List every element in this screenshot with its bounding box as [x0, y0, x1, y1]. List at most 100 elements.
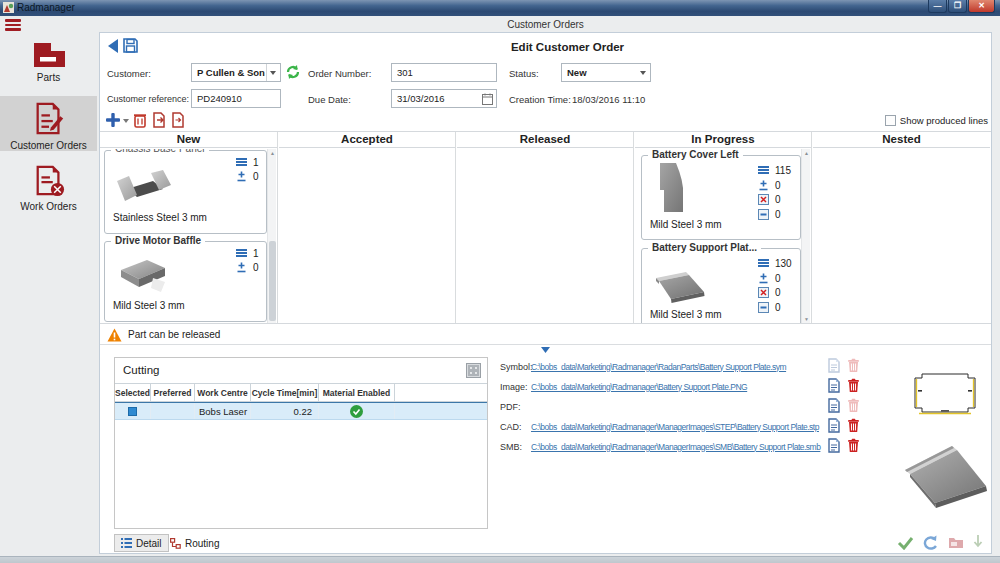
- customer-orders-icon: [32, 102, 66, 136]
- delete-file-icon[interactable]: [847, 398, 860, 413]
- page-title: Edit Customer Order: [121, 41, 1000, 53]
- order-line-card[interactable]: Chassis Base Panel 1 0 Stainless Steel 3…: [104, 150, 267, 234]
- material-label: Mild Steel 3 mm: [650, 219, 722, 230]
- nested-count-icon: [758, 209, 769, 220]
- column-new: New Chassis Base Panel 1 0 Stainless Ste…: [100, 132, 278, 323]
- delete-file-button[interactable]: [847, 378, 860, 395]
- order-line-card[interactable]: Battery Cover Left 115 0 0 0 Mild Steel …: [641, 155, 801, 240]
- produced-count-icon: [758, 180, 769, 191]
- delete-file-button[interactable]: [847, 358, 860, 375]
- sidebar-item-work-orders[interactable]: Work Orders: [0, 162, 97, 212]
- file-row: PDF:: [500, 400, 531, 413]
- grid-options-button[interactable]: [466, 363, 481, 378]
- export-line-icon-2[interactable]: [171, 112, 186, 128]
- confirm-icon[interactable]: [897, 536, 914, 550]
- delete-file-icon[interactable]: [847, 438, 860, 453]
- customer-label: Customer:: [107, 68, 151, 79]
- part-3d-preview: [897, 437, 993, 517]
- open-file-icon[interactable]: [828, 378, 840, 393]
- column-nested: Nested: [813, 132, 990, 323]
- part-outline-preview: [906, 369, 984, 417]
- back-button[interactable]: [108, 39, 119, 53]
- collapse-arrow-icon[interactable]: [541, 347, 550, 353]
- file-type-label: CAD:: [500, 422, 531, 432]
- lines-count-icon: [236, 158, 247, 167]
- export-line-icon[interactable]: [152, 112, 167, 128]
- checkbox[interactable]: [885, 115, 896, 126]
- delete-file-icon[interactable]: [847, 358, 860, 373]
- preferred-cell: [151, 403, 195, 419]
- tab-routing[interactable]: Routing: [164, 534, 225, 552]
- sidebar-item-parts[interactable]: Parts: [0, 42, 97, 83]
- produced-count-icon: [758, 273, 769, 284]
- delete-file-icon[interactable]: [847, 418, 860, 433]
- file-row: CAD: C:\bobs_data\Marketing\Radmanager\M…: [500, 420, 819, 433]
- undo-icon[interactable]: [923, 535, 939, 550]
- file-path-link[interactable]: C:\bobs_data\Marketing\Radmanager\RadanP…: [531, 362, 786, 372]
- open-file-icon[interactable]: [828, 398, 840, 413]
- page-tab-title: Customer Orders: [99, 19, 992, 30]
- add-line-button[interactable]: [105, 112, 121, 128]
- open-file-button[interactable]: [828, 358, 840, 375]
- order-number-input[interactable]: 301: [391, 63, 497, 82]
- order-line-card[interactable]: Drive Motor Baffle 1 0 Mild Steel 3 mm: [104, 241, 267, 322]
- delete-file-icon[interactable]: [847, 378, 860, 393]
- calendar-icon[interactable]: [482, 93, 493, 105]
- show-produced-lines-checkbox[interactable]: Show produced lines: [885, 115, 988, 126]
- file-row: Symbol: C:\bobs_data\Marketing\Radmanage…: [500, 360, 786, 373]
- file-type-label: SMB:: [500, 442, 531, 452]
- order-line-card[interactable]: Battery Support Plat... 130 0 0 0 Mild S…: [641, 248, 801, 323]
- app-icon: [3, 2, 14, 13]
- open-file-button[interactable]: [828, 378, 840, 395]
- sidebar-item-customer-orders[interactable]: Customer Orders: [0, 96, 97, 151]
- delete-file-button[interactable]: [847, 398, 860, 415]
- release-icon[interactable]: [948, 536, 964, 549]
- material-label: Stainless Steel 3 mm: [113, 212, 207, 223]
- order-lines-board: New Chassis Base Panel 1 0 Stainless Ste…: [100, 131, 991, 324]
- open-file-icon[interactable]: [828, 438, 840, 453]
- window-title: Radmanager: [17, 2, 75, 13]
- part-thumbnail: [646, 261, 710, 309]
- open-file-button[interactable]: [828, 438, 840, 455]
- customer-reference-input[interactable]: PD240910: [191, 89, 281, 108]
- customer-dropdown[interactable]: P Cullen & Son: [191, 63, 281, 82]
- work-centre-table: Selected Preferred Work Centre Cycle Tim…: [115, 383, 487, 420]
- produced-count-icon: [236, 171, 247, 182]
- due-date-input[interactable]: 31/03/2016: [391, 89, 497, 108]
- order-number-label: Order Number:: [308, 68, 371, 79]
- download-icon[interactable]: [973, 535, 983, 550]
- material-enabled-icon: [350, 405, 363, 418]
- refresh-icon[interactable]: [285, 64, 301, 80]
- warning-icon: [107, 328, 122, 342]
- open-file-icon[interactable]: [828, 358, 840, 373]
- in-progress-scrollbar[interactable]: ▲▼: [801, 149, 810, 323]
- close-button[interactable]: ✕: [968, 0, 995, 13]
- menu-icon[interactable]: [5, 19, 21, 31]
- new-column-scrollbar[interactable]: ▲▼: [267, 149, 276, 323]
- open-file-button[interactable]: [828, 398, 840, 415]
- delete-file-button[interactable]: [847, 418, 860, 435]
- delete-file-button[interactable]: [847, 438, 860, 455]
- chevron-down-icon[interactable]: [266, 64, 280, 81]
- maximize-button[interactable]: ❐: [948, 0, 967, 13]
- add-dropdown-icon[interactable]: [123, 119, 129, 123]
- material-label: Mild Steel 3 mm: [650, 309, 722, 320]
- lines-count-icon: [236, 249, 247, 258]
- file-type-label: Image:: [500, 382, 531, 392]
- file-path-link[interactable]: C:\bobs_data\Marketing\Radmanager\Batter…: [531, 382, 747, 392]
- main-panel: Edit Customer Order Customer: P Cullen &…: [99, 32, 992, 554]
- open-file-icon[interactable]: [828, 418, 840, 433]
- minimize-button[interactable]: —: [928, 0, 947, 13]
- column-released: Released: [457, 132, 634, 323]
- open-file-button[interactable]: [828, 418, 840, 435]
- status-dropdown[interactable]: New: [561, 63, 651, 82]
- file-path-link[interactable]: C:\bobs_data\Marketing\Radmanager\Manage…: [531, 422, 819, 432]
- tab-detail[interactable]: Detail: [114, 534, 169, 552]
- table-row[interactable]: Bobs Laser 0.22: [115, 402, 487, 420]
- file-path-link[interactable]: C:\bobs_data\Marketing\Radmanager\Manage…: [531, 442, 820, 452]
- rejected-count-icon: [758, 287, 769, 298]
- selected-checkbox[interactable]: [128, 407, 137, 416]
- status-bar: [0, 556, 1000, 563]
- routing-icon: [170, 538, 181, 549]
- delete-line-icon[interactable]: [133, 112, 147, 128]
